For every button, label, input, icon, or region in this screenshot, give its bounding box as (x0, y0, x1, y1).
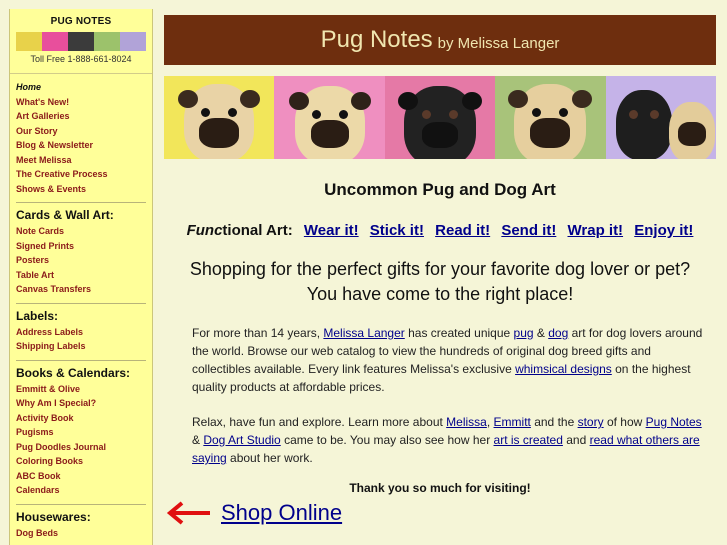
link-emmitt[interactable]: Emmitt (494, 415, 531, 429)
strip-swatch (16, 32, 42, 51)
functional-art-row: Functional Art: Wear it! Stick it! Read … (164, 222, 716, 239)
link-dog-art-studio[interactable]: Dog Art Studio (203, 433, 280, 447)
link-wear-it[interactable]: Wear it! (304, 222, 359, 239)
link-enjoy-it[interactable]: Enjoy it! (634, 222, 693, 239)
pug-art-banner (164, 76, 716, 159)
link-story[interactable]: story (578, 415, 604, 429)
sidebar: PUG NOTES Toll Free 1-888-661-8024 Home … (9, 9, 153, 545)
nav-item-pugisms[interactable]: Pugisms (16, 425, 152, 440)
nav-divider (16, 202, 146, 203)
link-pug-notes[interactable]: Pug Notes (646, 415, 702, 429)
brand-title: PUG NOTES (50, 16, 112, 27)
link-send-it[interactable]: Send it! (501, 222, 556, 239)
nav-item-blog-newsletter[interactable]: Blog & Newsletter (16, 138, 152, 153)
nav-item-why-am-i-special[interactable]: Why Am I Special? (16, 396, 152, 411)
nav-item-abc-book[interactable]: ABC Book (16, 469, 152, 484)
link-melissa[interactable]: Melissa (446, 415, 487, 429)
nav-item-posters[interactable]: Posters (16, 253, 152, 268)
nav-item-dog-beds[interactable]: Dog Beds (16, 526, 152, 541)
fawn-pug-portrait (288, 86, 371, 159)
thank-you-note: Thank you so much for visiting! (349, 481, 531, 495)
strip-swatch (120, 32, 146, 51)
black-pug-portrait (616, 90, 673, 159)
nav-item-emmitt-olive[interactable]: Emmitt & Olive (16, 382, 152, 397)
nav-heading-books: Books & Calendars: (16, 365, 131, 380)
black-pug-portrait (398, 86, 483, 159)
nav-item-meet-melissa[interactable]: Meet Melissa (16, 153, 152, 168)
nav-item-activity-book[interactable]: Activity Book (16, 411, 152, 426)
nav-heading-cards: Cards & Wall Art: (16, 208, 114, 222)
banner-panel-black-pug (384, 76, 496, 159)
nav-item-art-galleries[interactable]: Art Galleries (16, 109, 152, 124)
nav-item-address-labels[interactable]: Address Labels (16, 325, 152, 340)
shopping-tagline: Shopping for the perfect gifts for your … (189, 259, 691, 304)
strip-swatch (68, 32, 94, 51)
tollfree-number: Toll Free 1-888-661-8024 (30, 54, 132, 64)
left-arrow-icon[interactable] (164, 500, 213, 526)
explore-paragraph: Relax, have fun and explore. Learn more … (192, 415, 702, 465)
banner-panel-purple-pugs (605, 76, 716, 159)
functional-art-label: Functional Art: (186, 222, 293, 239)
nav-divider (16, 302, 146, 304)
nav-item-creative-process[interactable]: The Creative Process (16, 167, 152, 182)
nav-heading-labels: Labels: (16, 308, 59, 323)
nav-item-note-cards[interactable]: Note Cards (16, 224, 152, 239)
site-title[interactable]: Pug Notes (321, 26, 433, 54)
banner-panel-green-pug (495, 76, 606, 159)
intro-paragraph: For more than 14 years, Melissa Langer h… (192, 326, 703, 394)
page-headline: Uncommon Pug and Dog Art (324, 180, 556, 199)
site-header: Pug Notes by Melissa Langer (164, 15, 716, 65)
nav-divider (16, 503, 146, 505)
nav-item-our-story[interactable]: Our Story (16, 124, 152, 139)
link-pug[interactable]: pug (514, 326, 534, 340)
site-byline: by Melissa Langer (437, 34, 560, 52)
banner-panel-pink-pug (274, 76, 385, 159)
brand-pug-strip[interactable] (16, 32, 146, 51)
nav-item-whats-new[interactable]: What's New! (16, 95, 152, 110)
strip-swatch (94, 32, 120, 51)
nav-item-canvas-transfers[interactable]: Canvas Transfers (16, 282, 152, 297)
banner-panel-fawn-pug (164, 76, 275, 159)
link-stick-it[interactable]: Stick it! (370, 222, 424, 239)
sidebar-brand: PUG NOTES Toll Free 1-888-661-8024 (10, 9, 152, 74)
sidebar-nav: Home What's New! Art Galleries Our Story… (10, 74, 152, 540)
strip-swatch (42, 32, 68, 51)
fawn-pug-portrait (668, 102, 715, 159)
nav-item-signed-prints[interactable]: Signed Prints (16, 239, 152, 254)
nav-item-calendars[interactable]: Calendars (16, 483, 152, 498)
link-whimsical-designs[interactable]: whimsical designs (515, 362, 612, 376)
nav-item-pug-doodles-journal[interactable]: Pug Doodles Journal (16, 440, 152, 455)
shop-online-row: Shop Online (164, 500, 342, 526)
link-art-is-created[interactable]: art is created (494, 433, 563, 447)
nav-item-table-art[interactable]: Table Art (16, 268, 152, 283)
shop-online-link[interactable]: Shop Online (221, 500, 342, 526)
link-wrap-it[interactable]: Wrap it! (568, 222, 624, 239)
nav-heading-housewares: Housewares: (16, 509, 91, 524)
main-content: Uncommon Pug and Dog Art Functional Art:… (164, 165, 716, 495)
fawn-pug-portrait (178, 84, 261, 159)
nav-item-home[interactable]: Home (16, 80, 152, 95)
link-read-it[interactable]: Read it! (435, 222, 490, 239)
nav-divider (16, 359, 146, 361)
link-melissa-langer[interactable]: Melissa Langer (323, 326, 404, 340)
nav-item-shipping-labels[interactable]: Shipping Labels (16, 339, 152, 354)
fawn-pug-portrait (508, 84, 593, 159)
nav-item-shows-events[interactable]: Shows & Events (16, 182, 152, 197)
nav-item-coloring-books[interactable]: Coloring Books (16, 454, 152, 469)
link-dog[interactable]: dog (548, 326, 568, 340)
